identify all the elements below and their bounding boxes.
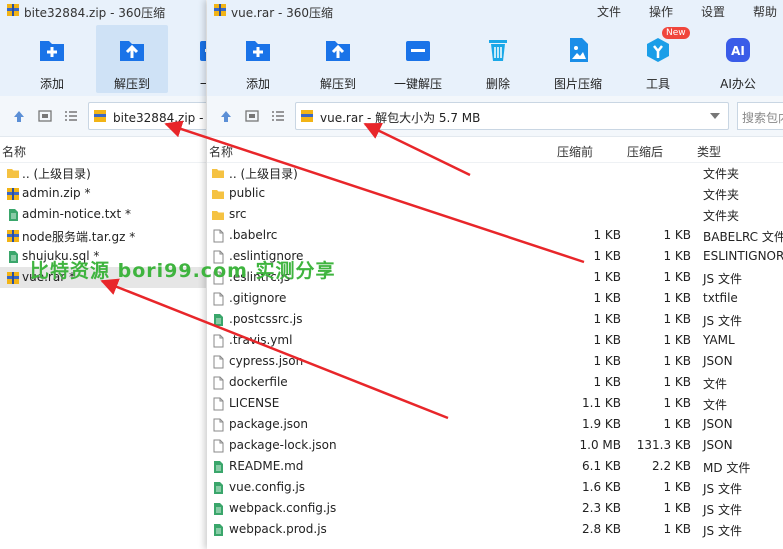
red-arrow [100,278,449,420]
red-arrow [164,120,585,264]
annotation-arrows [100,120,585,420]
red-arrow [363,122,471,177]
